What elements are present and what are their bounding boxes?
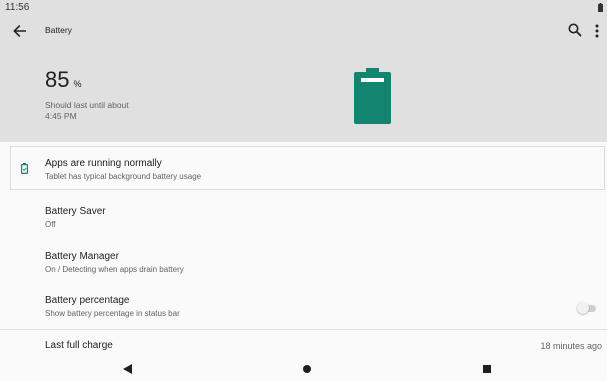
status-bar: 11:56 — [0, 0, 607, 16]
battery-estimate: Should last until about 4:45 PM — [45, 100, 129, 122]
page-title: Battery — [45, 25, 72, 35]
battery-level-value: 85 — [45, 67, 70, 92]
battery-level-unit: % — [73, 79, 82, 89]
battery-summary-panel: 85% Should last until about 4:45 PM — [0, 46, 607, 142]
battery-outline-icon — [21, 163, 28, 174]
battery-saver-subtitle: Off — [45, 220, 56, 229]
battery-manager-item[interactable]: Battery Manager On / Detecting when apps… — [0, 241, 607, 283]
battery-saver-title: Battery Saver — [45, 206, 106, 217]
battery-level-graphic-icon — [354, 68, 391, 124]
battery-level: 85% — [45, 67, 82, 93]
battery-tip-card[interactable]: Apps are running normally Tablet has typ… — [10, 146, 605, 190]
navigation-bar — [0, 357, 607, 381]
last-full-charge-label: Last full charge — [45, 340, 113, 351]
nav-recents-icon[interactable] — [483, 365, 491, 373]
last-full-charge-item: Last full charge — [0, 332, 607, 356]
tip-title: Apps are running normally — [45, 158, 162, 169]
battery-saver-item[interactable]: Battery Saver Off — [0, 196, 607, 238]
nav-back-icon[interactable] — [123, 364, 132, 374]
battery-percentage-title: Battery percentage — [45, 295, 130, 306]
estimate-line-2: 4:45 PM — [45, 111, 77, 121]
search-icon[interactable] — [567, 22, 583, 38]
estimate-line-1: Should last until about — [45, 100, 129, 110]
app-bar: Battery — [0, 16, 607, 46]
nav-home-icon[interactable] — [303, 365, 311, 373]
battery-icon — [598, 3, 603, 12]
battery-manager-title: Battery Manager — [45, 251, 119, 262]
divider — [0, 329, 607, 330]
last-full-charge-value: 18 minutes ago — [540, 341, 602, 351]
toggle-thumb — [577, 302, 589, 314]
battery-percentage-subtitle: Show battery percentage in status bar — [45, 309, 180, 318]
status-time: 11:56 — [5, 2, 30, 13]
battery-percentage-toggle[interactable] — [577, 302, 599, 314]
back-arrow-icon[interactable] — [11, 22, 29, 40]
battery-percentage-item[interactable]: Battery percentage Show battery percenta… — [0, 285, 607, 327]
tip-subtitle: Tablet has typical background battery us… — [45, 172, 202, 181]
more-vert-icon[interactable] — [591, 22, 603, 40]
battery-manager-subtitle: On / Detecting when apps drain battery — [45, 265, 184, 274]
